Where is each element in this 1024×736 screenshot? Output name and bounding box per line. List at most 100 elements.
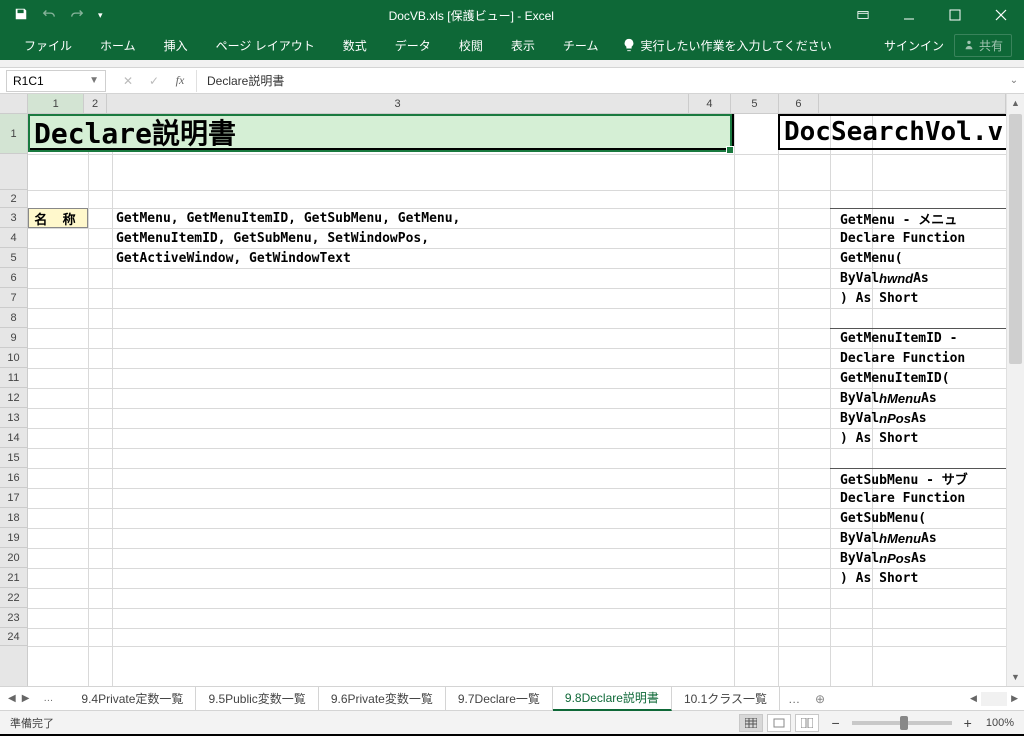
column-header[interactable] <box>819 94 1006 113</box>
row-header[interactable]: 17 <box>0 488 27 508</box>
cell[interactable] <box>836 448 1006 468</box>
cell-grid[interactable]: Declare説明書 DocSearchVol.v 名 称 GetMenu, GetM… <box>28 114 1006 686</box>
row-header[interactable]: 21 <box>0 568 27 588</box>
scroll-up-icon[interactable]: ▲ <box>1007 94 1024 112</box>
cell[interactable]: Declare Function <box>836 488 1006 508</box>
row-header[interactable]: 14 <box>0 428 27 448</box>
zoom-slider[interactable] <box>852 721 952 725</box>
ribbon-tab[interactable]: 表示 <box>497 30 549 60</box>
scroll-right-icon[interactable]: ▶ <box>1009 693 1020 704</box>
chevron-down-icon[interactable]: ▼ <box>89 75 99 86</box>
row-header[interactable]: 6 <box>0 268 27 288</box>
row-header[interactable]: 12 <box>0 388 27 408</box>
row-header[interactable]: 7 <box>0 288 27 308</box>
scrollbar-thumb[interactable] <box>1009 114 1022 364</box>
cell[interactable]: GetMenuItemID( <box>836 368 1006 388</box>
row-headers[interactable]: 123456789101112131415161718192021222324 <box>0 114 28 686</box>
cell[interactable]: ByVal hMenu As <box>836 388 1006 408</box>
row-header[interactable]: 23 <box>0 608 27 628</box>
cell[interactable]: Declare説明書 <box>28 114 734 150</box>
row-header[interactable]: 13 <box>0 408 27 428</box>
formula-input[interactable]: Declare説明書 <box>197 70 1004 92</box>
sheet-tab[interactable]: 10.1クラス一覧 <box>672 687 780 711</box>
sheet-tab[interactable]: 9.5Public変数一覧 <box>196 687 318 711</box>
cell[interactable]: ByVal nPos As <box>836 408 1006 428</box>
cancel-icon[interactable]: ✕ <box>120 74 136 88</box>
row-header[interactable]: 20 <box>0 548 27 568</box>
row-header[interactable]: 5 <box>0 248 27 268</box>
row-header[interactable]: 3 <box>0 208 27 228</box>
signin-link[interactable]: サインイン <box>884 37 944 54</box>
zoom-out-icon[interactable]: − <box>831 715 839 731</box>
ribbon-tab[interactable]: 挿入 <box>150 30 202 60</box>
fx-icon[interactable]: fx <box>172 73 188 88</box>
cell[interactable]: GetMenuItemID, GetSubMenu, SetWindowPos, <box>112 228 734 248</box>
row-header[interactable]: 22 <box>0 588 27 608</box>
new-sheet-button[interactable]: ⊕ <box>808 692 832 706</box>
formula-expand-icon[interactable]: ⌄ <box>1004 75 1024 86</box>
view-page-break-icon[interactable] <box>795 714 819 732</box>
close-icon[interactable] <box>978 0 1024 30</box>
ribbon-tab[interactable]: 数式 <box>329 30 381 60</box>
row-header[interactable]: 18 <box>0 508 27 528</box>
row-header[interactable]: 10 <box>0 348 27 368</box>
sheet-nav-more-icon[interactable]: … <box>35 693 61 704</box>
cell[interactable]: Declare Function <box>836 348 1006 368</box>
cell[interactable]: DocSearchVol.v <box>778 114 1006 150</box>
row-header[interactable]: 24 <box>0 628 27 646</box>
worksheet[interactable]: 123456 123456789101112131415161718192021… <box>0 94 1024 686</box>
share-button[interactable]: 共有 <box>954 34 1012 57</box>
select-all-corner[interactable] <box>0 94 28 114</box>
row-header[interactable]: 1 <box>0 114 27 154</box>
view-normal-icon[interactable] <box>739 714 763 732</box>
row-header[interactable]: 4 <box>0 228 27 248</box>
scroll-down-icon[interactable]: ▼ <box>1007 668 1024 686</box>
enter-icon[interactable]: ✓ <box>146 74 162 88</box>
sheet-overflow-icon[interactable]: … <box>780 692 808 706</box>
sheet-tab[interactable]: 9.8Declare説明書 <box>553 687 672 711</box>
cell[interactable]: GetMenuItemID - <box>836 328 1006 348</box>
view-page-layout-icon[interactable] <box>767 714 791 732</box>
cell[interactable]: GetSubMenu - サブ <box>836 468 1006 488</box>
column-headers[interactable]: 123456 <box>28 94 1006 114</box>
cell[interactable]: GetSubMenu( <box>836 508 1006 528</box>
tell-me[interactable]: 実行したい作業を入力してください <box>622 37 831 54</box>
cell[interactable]: ByVal hMenu As <box>836 528 1006 548</box>
cell[interactable]: GetMenu( <box>836 248 1006 268</box>
column-header[interactable]: 4 <box>689 94 730 113</box>
cell[interactable]: GetActiveWindow, GetWindowText <box>112 248 734 268</box>
sheet-nav-next-icon[interactable]: ▶ <box>22 693 30 704</box>
ribbon-tab[interactable]: 校閲 <box>445 30 497 60</box>
cell[interactable] <box>836 308 1006 328</box>
row-header[interactable]: 8 <box>0 308 27 328</box>
row-header[interactable]: 11 <box>0 368 27 388</box>
undo-icon[interactable] <box>42 7 56 24</box>
row-header[interactable]: 2 <box>0 190 27 208</box>
cell[interactable]: ) As Short <box>836 288 1006 308</box>
cell[interactable]: ) As Short <box>836 428 1006 448</box>
column-header[interactable]: 6 <box>779 94 818 113</box>
vertical-scrollbar[interactable]: ▲ ▼ <box>1006 94 1024 686</box>
cell[interactable]: ByVal nPos As <box>836 548 1006 568</box>
minimize-icon[interactable] <box>886 0 932 30</box>
row-header[interactable]: 16 <box>0 468 27 488</box>
ribbon-tab[interactable]: ページ レイアウト <box>202 30 329 60</box>
ribbon-tab[interactable]: ホーム <box>86 30 150 60</box>
row-header[interactable]: 15 <box>0 448 27 468</box>
column-header[interactable]: 3 <box>107 94 689 113</box>
column-header[interactable]: 5 <box>731 94 780 113</box>
cell[interactable]: GetMenu, GetMenuItemID, GetSubMenu, GetM… <box>112 208 734 228</box>
sheet-tab[interactable]: 9.7Declare一覧 <box>446 687 553 711</box>
cell[interactable]: 名 称 <box>28 208 88 228</box>
ribbon-tab[interactable]: データ <box>381 30 445 60</box>
cell[interactable]: ByVal hwnd As <box>836 268 1006 288</box>
maximize-icon[interactable] <box>932 0 978 30</box>
sheet-nav-prev-icon[interactable]: ◀ <box>8 693 16 704</box>
cell[interactable]: Declare Function <box>836 228 1006 248</box>
column-header[interactable]: 2 <box>84 94 107 113</box>
row-header[interactable] <box>0 154 27 190</box>
sheet-tab[interactable]: 9.6Private変数一覧 <box>319 687 446 711</box>
zoom-in-icon[interactable]: + <box>964 715 972 731</box>
cell[interactable]: GetMenu - メニュ <box>836 208 1006 228</box>
cell[interactable]: ) As Short <box>836 568 1006 588</box>
